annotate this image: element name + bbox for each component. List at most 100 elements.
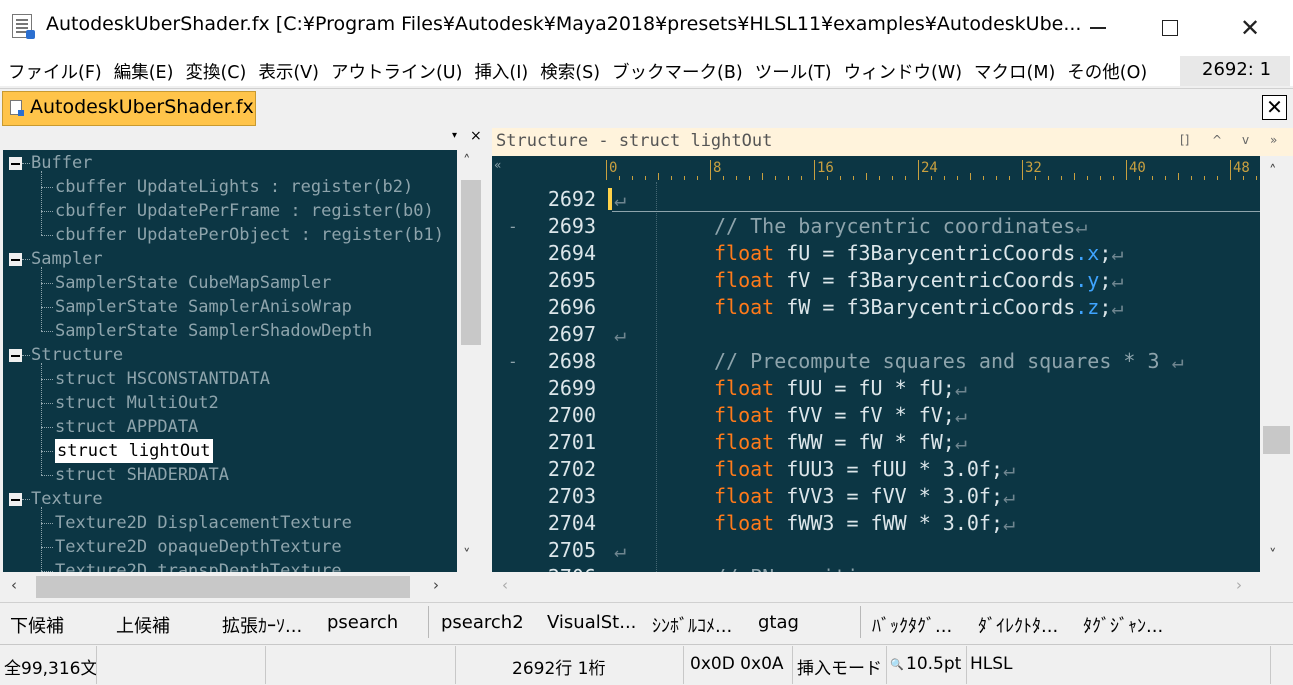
status-zoom[interactable]: 10.5pt [906, 654, 961, 674]
eol-icon: ↵ [1075, 214, 1088, 238]
ruler-tick [1035, 176, 1036, 180]
dropdown-icon[interactable]: ▾ [452, 130, 457, 141]
fn-key-6[interactable]: VisualSt... [547, 612, 636, 633]
menu-item[interactable]: 表示(V) [250, 56, 323, 86]
editor-vscroll-thumb[interactable] [1263, 426, 1290, 454]
tree-item-label: SamplerState SamplerAnisoWrap [55, 297, 352, 317]
code-line[interactable]: 2705 ↵ [492, 537, 1260, 564]
menu-item[interactable]: ツール(T) [747, 56, 836, 86]
scroll-down-icon[interactable]: ˅ [463, 546, 471, 564]
collapse-icon[interactable] [9, 493, 22, 506]
eol-icon: ↵ [1003, 457, 1016, 481]
code-token: fWW = fW * fW; [774, 430, 955, 454]
code-text: float fU = f3BarycentricCoords.x;↵ [714, 240, 1123, 267]
eol-icon: ↵ [883, 565, 895, 572]
code-text: float fWW3 = fWW * 3.0f;↵ [714, 510, 1015, 537]
ruler-number: 24 [921, 160, 938, 176]
menu-item[interactable]: ブックマーク(B) [604, 56, 747, 86]
ruler-tick [814, 160, 815, 180]
menu-item[interactable]: マクロ(M) [966, 56, 1059, 86]
code-editor[interactable]: 2692 ↵ - 2693 // The barycentric coordinates… [492, 182, 1260, 572]
keyword: float [714, 241, 775, 265]
scroll-down-icon[interactable]: ˅ [1269, 546, 1277, 564]
minimize-button[interactable] [1062, 0, 1134, 56]
menu-item[interactable]: 変換(C) [177, 56, 250, 86]
scroll-up-icon[interactable]: ˄ [463, 152, 471, 170]
collapse-icon[interactable] [9, 253, 22, 266]
code-line[interactable]: 2704 float fWW3 = fWW * 3.0f;↵ [492, 510, 1260, 537]
fold-marker[interactable]: - [508, 348, 518, 375]
fn-key-1[interactable]: 下候補 [10, 612, 64, 638]
code-line[interactable]: 2699 float fUU = fU * fU;↵ [492, 375, 1260, 402]
code-text: float fWW = fW * fW;↵ [714, 429, 967, 456]
editor-vertical-scrollbar[interactable]: ˄ ˅ [1260, 156, 1293, 572]
menu-item[interactable]: ファイル(F) [0, 56, 106, 86]
menu-item[interactable]: 編集(E) [106, 56, 178, 86]
code-line[interactable]: 2696 float fW = f3BarycentricCoords.z;↵ [492, 294, 1260, 321]
next-icon[interactable]: v [1242, 133, 1249, 147]
code-line[interactable]: 2706 // PN position↵ [492, 564, 1260, 572]
app-icon[interactable] [12, 14, 35, 39]
previous-icon[interactable]: ^ [1212, 133, 1222, 147]
code-line[interactable]: - 2698 // Precompute squares and squares *… [492, 348, 1260, 375]
status-language[interactable]: HLSL [970, 654, 1013, 674]
editor-horizontal-scrollbar[interactable]: ‹ › [492, 572, 1260, 602]
fn-key-11[interactable]: ﾀｸﾞｼﾞｬﾝ... [1083, 612, 1163, 638]
code-text: ↵ [614, 321, 626, 348]
menu-item[interactable]: ウィンドウ(W) [836, 56, 966, 86]
scroll-right-icon[interactable]: › [1236, 576, 1242, 594]
ruler-tick [1256, 176, 1257, 180]
scroll-left-icon[interactable]: ‹ [502, 576, 508, 594]
collapse-icon[interactable] [9, 349, 22, 362]
scroll-left-icon[interactable]: ‹ [11, 576, 17, 594]
status-separator [455, 646, 456, 684]
fn-key-4[interactable]: psearch [327, 612, 398, 633]
fn-key-3[interactable]: 拡張ｶｰｿ... [222, 612, 302, 638]
outline-vscroll-thumb[interactable] [461, 180, 481, 345]
fn-key-5[interactable]: psearch2 [441, 612, 524, 633]
code-line[interactable]: 2703 float fVV3 = fVV * 3.0f;↵ [492, 483, 1260, 510]
status-separator [683, 646, 684, 684]
fn-key-2[interactable]: 上候補 [116, 612, 170, 638]
status-insert-mode[interactable]: 挿入モード [797, 654, 882, 679]
outline-tree[interactable]: Buffer cbuffer UpdateLights : register(b2… [3, 150, 457, 572]
line-number: 2705 [547, 538, 596, 562]
code-line[interactable]: 2695 float fV = f3BarycentricCoords.y;↵ [492, 267, 1260, 294]
code-line[interactable]: 2697 ↵ [492, 321, 1260, 348]
code-line[interactable]: 2700 float fVV = fV * fV;↵ [492, 402, 1260, 429]
code-line[interactable]: - 2693 // The barycentric coordinates↵ [492, 213, 1260, 240]
line-number: 2701 [547, 430, 596, 454]
line-number: 2702 [547, 457, 596, 481]
menu-item[interactable]: その他(O) [1059, 56, 1151, 86]
collapse-icon[interactable] [9, 157, 22, 170]
fn-key-8[interactable]: gtag [758, 612, 799, 633]
code-text: float fUU = fU * fU;↵ [714, 375, 967, 402]
maximize-button[interactable] [1134, 0, 1206, 56]
menu-item[interactable]: 検索(S) [532, 56, 604, 86]
close-icon: ✕ [1239, 14, 1261, 42]
fn-key-10[interactable]: ﾀﾞｲﾚｸﾄﾀ... [978, 612, 1058, 638]
line-number: 2698 [547, 349, 596, 373]
tab-close-button[interactable]: ✕ [1262, 95, 1287, 120]
scroll-up-icon[interactable]: ˄ [1269, 162, 1277, 180]
fold-marker[interactable]: - [508, 213, 518, 240]
ruler-tick [1243, 176, 1244, 180]
code-line[interactable]: 2701 float fWW = fW * fW;↵ [492, 429, 1260, 456]
close-window-button[interactable]: ✕ [1214, 0, 1286, 56]
fn-key-7[interactable]: ｼﾝﾎﾞﾙｺﾒ... [652, 612, 732, 638]
expand-icon[interactable]: » [1270, 133, 1277, 147]
ruler-tick [736, 176, 737, 180]
line-number: 2693 [547, 214, 596, 238]
menu-item[interactable]: アウトライン(U) [323, 56, 466, 86]
bracket-icon[interactable]: [] [1180, 133, 1189, 147]
outline-close-button[interactable]: × [470, 128, 482, 144]
outline-hscroll-thumb[interactable] [36, 576, 410, 598]
menu-item[interactable]: 挿入(I) [466, 56, 532, 86]
status-separator [886, 646, 887, 684]
code-line[interactable]: 2702 float fUU3 = fUU * 3.0f;↵ [492, 456, 1260, 483]
fn-key-9[interactable]: ﾊﾞｯｸﾀｸﾞ... [872, 612, 952, 638]
eol-icon: ↵ [614, 322, 627, 346]
scroll-right-icon[interactable]: › [433, 576, 439, 594]
code-line[interactable]: 2694 float fU = f3BarycentricCoords.x;↵ [492, 240, 1260, 267]
comment: // PN position [714, 565, 883, 572]
